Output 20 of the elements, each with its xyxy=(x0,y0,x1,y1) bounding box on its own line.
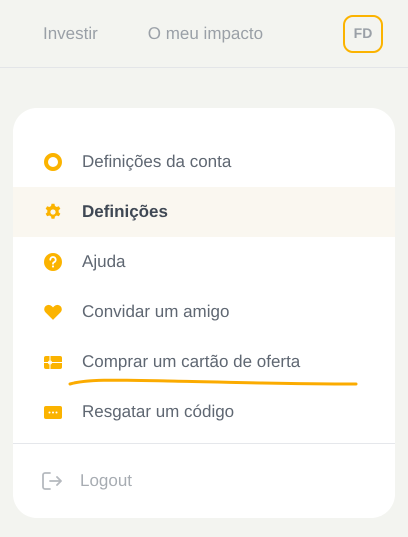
logout-label: Logout xyxy=(80,470,132,492)
menu-item-label: Convidar um amigo xyxy=(82,302,230,321)
menu-item-label: Definições xyxy=(82,202,168,221)
menu-item-label: Ajuda xyxy=(82,252,126,271)
menu-item[interactable]: Definições xyxy=(13,187,395,237)
menu-item-label: Definições da conta xyxy=(82,152,232,171)
menu-item[interactable]: Resgatar um código xyxy=(13,387,395,437)
menu-item-label: Comprar um cartão de oferta xyxy=(82,352,300,371)
code-card-icon xyxy=(44,406,62,418)
ring-icon xyxy=(43,152,63,172)
gift-card-icon xyxy=(44,356,62,368)
menu-item[interactable]: Ajuda xyxy=(13,237,395,287)
menu-item-label: Resgatar um código xyxy=(82,402,234,421)
menu-item[interactable]: Comprar um cartão de oferta xyxy=(13,337,395,387)
menu-item[interactable]: Convidar um amigo xyxy=(13,287,395,337)
logout-icon xyxy=(42,472,62,490)
heart-icon xyxy=(44,304,62,320)
help-icon xyxy=(44,253,62,271)
settings-icon xyxy=(44,203,62,221)
menu-item[interactable]: Definições da conta xyxy=(13,137,395,187)
